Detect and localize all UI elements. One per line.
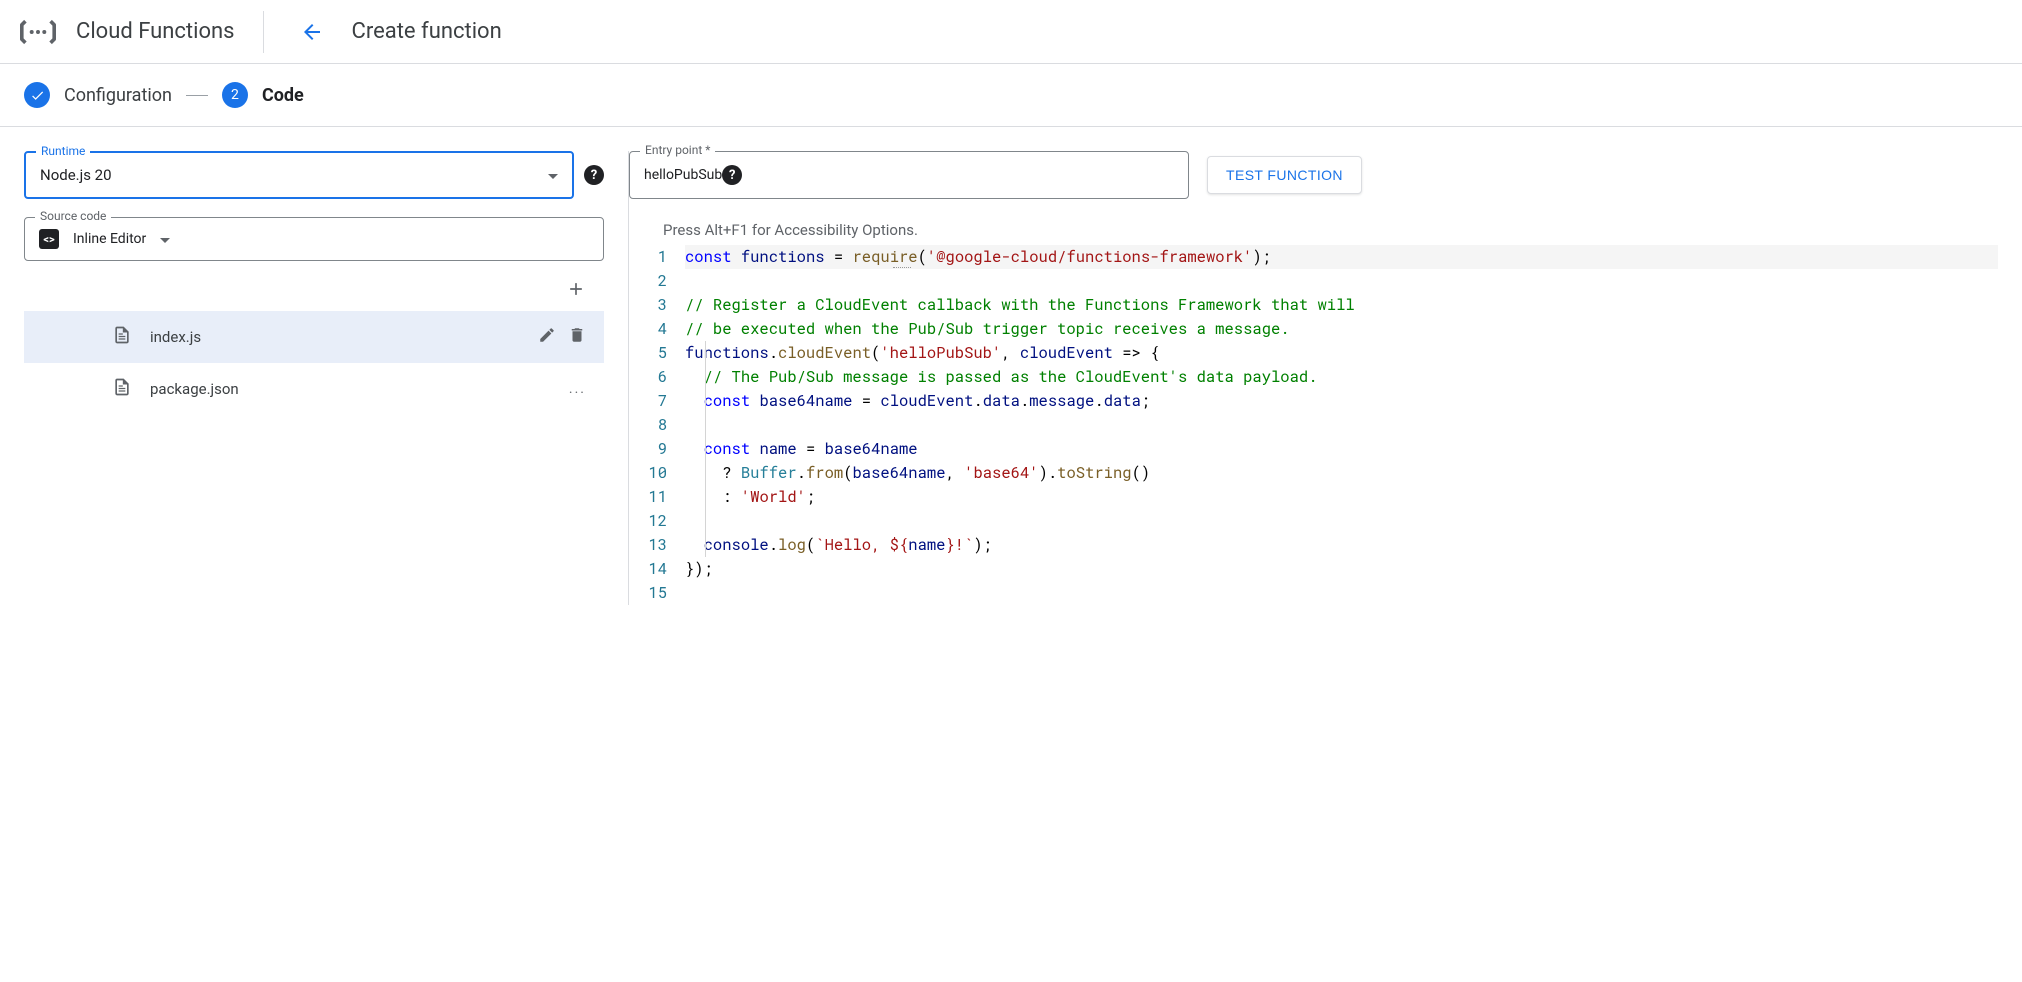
more-actions-icon[interactable]: ...: [569, 381, 586, 397]
accessibility-hint: Press Alt+F1 for Accessibility Options.: [629, 217, 1998, 245]
entry-point-value: helloPubSub: [644, 167, 722, 183]
step-code[interactable]: 2 Code: [222, 82, 304, 108]
cloud-functions-logo-icon: [20, 14, 56, 50]
header-divider: [263, 11, 264, 53]
left-panel: Runtime Node.js 20 ? Source code <> Inli…: [24, 151, 604, 605]
source-code-label: Source code: [35, 209, 111, 223]
runtime-help-icon[interactable]: ?: [584, 165, 604, 185]
file-name: package.json: [150, 380, 551, 398]
runtime-value: Node.js 20: [40, 166, 548, 184]
file-icon: [112, 377, 132, 401]
page-title: Create function: [352, 19, 502, 44]
arrow-back-icon: [300, 20, 324, 44]
check-icon: [24, 82, 50, 108]
entry-point-label: Entry point *: [640, 143, 715, 157]
entry-point-input[interactable]: Entry point * helloPubSub ?: [629, 151, 1189, 199]
add-file-button[interactable]: [566, 279, 586, 305]
source-code-value: Inline Editor: [73, 231, 146, 247]
entry-point-help-icon[interactable]: ?: [722, 165, 742, 185]
source-code-select[interactable]: Source code <> Inline Editor: [24, 217, 604, 261]
file-item-index-js[interactable]: index.js: [24, 311, 604, 363]
chevron-down-icon: [160, 231, 170, 247]
runtime-select[interactable]: Runtime Node.js 20: [24, 151, 574, 199]
file-name: index.js: [150, 328, 520, 346]
step-configuration[interactable]: Configuration: [24, 82, 172, 108]
file-icon: [112, 325, 132, 349]
step-label: Configuration: [64, 85, 172, 106]
code-content[interactable]: const functions = require('@google-cloud…: [685, 245, 1998, 605]
chevron-down-icon: [548, 167, 558, 183]
file-item-package-json[interactable]: package.json ...: [24, 363, 604, 415]
product-name: Cloud Functions: [76, 19, 235, 44]
line-gutter: 123456789101112131415: [629, 245, 685, 605]
step-number: 2: [222, 82, 248, 108]
step-connector: [186, 95, 208, 96]
delete-file-icon[interactable]: [568, 326, 586, 348]
app-header: Cloud Functions Create function: [0, 0, 2022, 64]
main-content: Runtime Node.js 20 ? Source code <> Inli…: [0, 127, 2022, 629]
inline-editor-icon: <>: [39, 229, 59, 249]
back-button[interactable]: [292, 12, 332, 52]
right-panel: Entry point * helloPubSub ? TEST FUNCTIO…: [628, 151, 1998, 605]
stepper: Configuration 2 Code: [0, 64, 2022, 127]
code-editor[interactable]: 123456789101112131415 const functions = …: [629, 245, 1998, 605]
runtime-label: Runtime: [36, 144, 90, 158]
edit-file-icon[interactable]: [538, 326, 556, 348]
step-label: Code: [262, 85, 304, 106]
test-function-button[interactable]: TEST FUNCTION: [1207, 156, 1362, 194]
